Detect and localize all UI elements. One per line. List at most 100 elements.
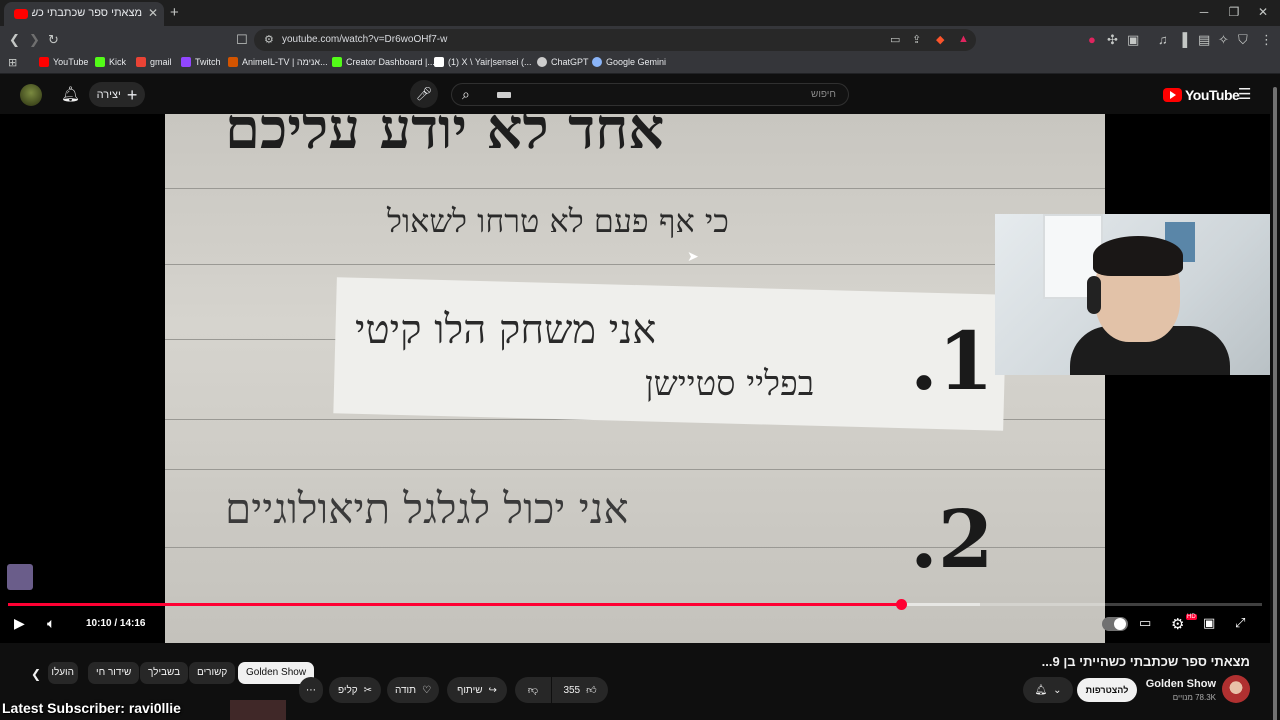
translate-icon[interactable]: ▣ bbox=[1127, 32, 1139, 48]
bookmark-label: ChatGPT bbox=[551, 57, 589, 67]
kick-icon bbox=[332, 57, 342, 67]
more-actions-button[interactable]: ⋯ bbox=[299, 677, 323, 703]
back-icon[interactable]: ❮ bbox=[9, 32, 20, 48]
mouse-cursor-icon: ➤ bbox=[687, 248, 699, 264]
twitch-icon bbox=[181, 57, 191, 67]
leo-icon[interactable]: ✧ bbox=[1218, 32, 1229, 48]
forward-icon[interactable]: ❯ bbox=[29, 32, 40, 48]
clip-label: קליפ bbox=[337, 684, 358, 696]
search-icon[interactable]: ⌕ bbox=[462, 86, 470, 103]
handwritten-item-2: אני יכול לגלגל תיאולוגיים bbox=[225, 484, 629, 533]
bookmark-kick[interactable]: Kick bbox=[95, 57, 126, 67]
join-button[interactable]: להצטרפות bbox=[1077, 678, 1137, 702]
media-icon[interactable]: ♫ bbox=[1158, 32, 1168, 47]
url-text: youtube.com/watch?v=Dr6woOHf7-w bbox=[282, 34, 448, 45]
ruled-line bbox=[165, 469, 1105, 470]
notification-settings-button[interactable]: ⌄ 🔔︎ bbox=[1023, 677, 1073, 703]
scrollbar-thumb[interactable] bbox=[1273, 87, 1277, 720]
scrubber-handle[interactable] bbox=[895, 599, 907, 610]
channel-name[interactable]: Golden Show bbox=[1146, 678, 1216, 690]
play-icon[interactable]: ▶ bbox=[14, 615, 25, 632]
latest-subscriber-overlay: Latest Subscriber: ravi0llie bbox=[2, 700, 181, 716]
chip-related[interactable]: קשורים bbox=[189, 662, 236, 684]
restore-icon[interactable]: ❐ bbox=[1224, 5, 1244, 19]
new-tab-icon[interactable]: + bbox=[170, 4, 179, 21]
share-page-icon[interactable]: ⇪ bbox=[912, 33, 921, 46]
thanks-button[interactable]: ♡ תודה bbox=[387, 677, 439, 703]
dislike-button[interactable]: 👎︎ bbox=[515, 677, 551, 703]
bookmark-label: YouTube bbox=[53, 57, 89, 67]
youtube-favicon-icon bbox=[14, 9, 28, 19]
subtitles-icon[interactable]: ▭ bbox=[1139, 615, 1151, 631]
volume-icon[interactable]: 🔈︎ bbox=[47, 615, 55, 632]
settings-gear-icon[interactable]: ⚙ bbox=[1171, 615, 1184, 633]
gmail-icon bbox=[136, 57, 146, 67]
youtube-logo-icon bbox=[1163, 88, 1182, 102]
vpn-icon[interactable]: ⛉ bbox=[1238, 32, 1248, 48]
search-input[interactable]: ⌕ חיפוש bbox=[451, 83, 849, 106]
account-avatar[interactable] bbox=[20, 84, 42, 106]
time-display: 10:10 / 14:16 bbox=[86, 618, 146, 629]
bookmark-youtube[interactable]: YouTube bbox=[39, 57, 88, 67]
keyboard-icon[interactable] bbox=[497, 92, 511, 98]
fullscreen-icon[interactable]: ⤢ bbox=[1235, 615, 1245, 631]
minimize-icon[interactable]: ─ bbox=[1194, 5, 1214, 19]
youtube-logo[interactable]: YouTube bbox=[1163, 87, 1240, 103]
thanks-icon: ♡ bbox=[422, 684, 432, 696]
youtube-logo-text: YouTube bbox=[1185, 87, 1240, 103]
page-scrollbar[interactable] bbox=[1270, 75, 1280, 720]
streamer-avatar bbox=[7, 564, 33, 590]
chip-uploaded[interactable]: הועלו bbox=[48, 662, 78, 684]
theater-mode-icon[interactable]: ▣ bbox=[1203, 615, 1215, 631]
bookmark-gmail[interactable]: gmail bbox=[136, 57, 172, 67]
browser-nav-bar: ❮ ❯ ↻ ☐ ⚙ youtube.com/watch?v=Dr6woOHf7-… bbox=[0, 26, 1280, 54]
bell-icon: 🔔︎ bbox=[1034, 684, 1048, 696]
channel-avatar[interactable] bbox=[1222, 675, 1250, 703]
autoplay-toggle[interactable] bbox=[1102, 617, 1128, 631]
chatgpt-icon bbox=[537, 57, 547, 67]
progress-played bbox=[8, 603, 901, 606]
menu-icon[interactable]: ⋮ bbox=[1260, 32, 1273, 48]
clip-button[interactable]: ✂ קליפ bbox=[329, 677, 381, 703]
sidebar-icon[interactable]: ▐ bbox=[1178, 32, 1187, 47]
reload-icon[interactable]: ↻ bbox=[48, 32, 59, 48]
close-tab-icon[interactable]: ✕ bbox=[148, 6, 158, 20]
video-player[interactable]: אחד לא יודע עליכם כי אף פעם לא טרחו לשאו… bbox=[0, 114, 1270, 643]
extensions-icon[interactable]: ✣ bbox=[1107, 32, 1118, 48]
apps-icon[interactable]: ⊞ bbox=[8, 56, 17, 69]
address-bar[interactable]: ⚙ youtube.com/watch?v=Dr6woOHf7-w ▭ ⇪ ◆ … bbox=[254, 29, 976, 51]
browser-tab[interactable]: מצאתי ספר שכתבתי כשהייתי בן ✕ bbox=[4, 2, 164, 26]
wallet-icon[interactable]: ▤ bbox=[1198, 32, 1210, 48]
bookmark-creator-dashboard[interactable]: Creator Dashboard |... bbox=[332, 57, 435, 67]
guide-menu-icon[interactable]: ☰ bbox=[1238, 85, 1251, 103]
bookmark-label: gmail bbox=[150, 57, 172, 67]
bookmark-gemini[interactable]: Google Gemini bbox=[592, 57, 666, 67]
create-button[interactable]: + יצירה bbox=[89, 82, 145, 107]
chip-live[interactable]: שידור חי bbox=[88, 662, 140, 684]
brave-shield-icon[interactable]: ◆ bbox=[936, 33, 944, 46]
handwritten-number-2: 2. bbox=[910, 492, 994, 586]
close-window-icon[interactable]: ✕ bbox=[1253, 5, 1273, 19]
extension-red-icon[interactable]: ● bbox=[1088, 32, 1096, 47]
bookmark-label: AnimeIL-TV | אנימה... bbox=[242, 57, 328, 67]
scissors-icon: ✂ bbox=[363, 684, 373, 696]
rewards-icon[interactable]: ▲ bbox=[958, 33, 969, 45]
share-icon: ↪ bbox=[488, 684, 497, 696]
chips-scroll-left-icon[interactable]: ❮ bbox=[31, 667, 41, 681]
chip-for-you[interactable]: בשבילך bbox=[140, 662, 189, 684]
stream-thumbnail bbox=[230, 700, 286, 720]
notifications-bell-icon[interactable]: 🔔︎ bbox=[61, 85, 80, 103]
bookmark-icon[interactable]: ☐ bbox=[236, 32, 248, 48]
voice-search-icon[interactable]: 🎤︎ bbox=[410, 80, 438, 108]
cast-icon[interactable]: ▭ bbox=[890, 33, 900, 46]
progress-bar[interactable] bbox=[8, 599, 1262, 610]
bookmark-x[interactable]: (1) X \ Yair|sensei (... bbox=[434, 57, 532, 67]
bookmark-animeil[interactable]: AnimeIL-TV | אנימה... bbox=[228, 57, 328, 67]
bookmark-twitch[interactable]: Twitch bbox=[181, 57, 221, 67]
thanks-label: תודה bbox=[394, 684, 417, 696]
site-info-icon[interactable]: ⚙ bbox=[264, 33, 274, 46]
like-button[interactable]: 👍︎ 355 bbox=[552, 677, 608, 703]
bookmark-chatgpt[interactable]: ChatGPT bbox=[537, 57, 589, 67]
share-button[interactable]: ↪ שיתוף bbox=[447, 677, 507, 703]
bookmark-label: Kick bbox=[109, 57, 127, 67]
